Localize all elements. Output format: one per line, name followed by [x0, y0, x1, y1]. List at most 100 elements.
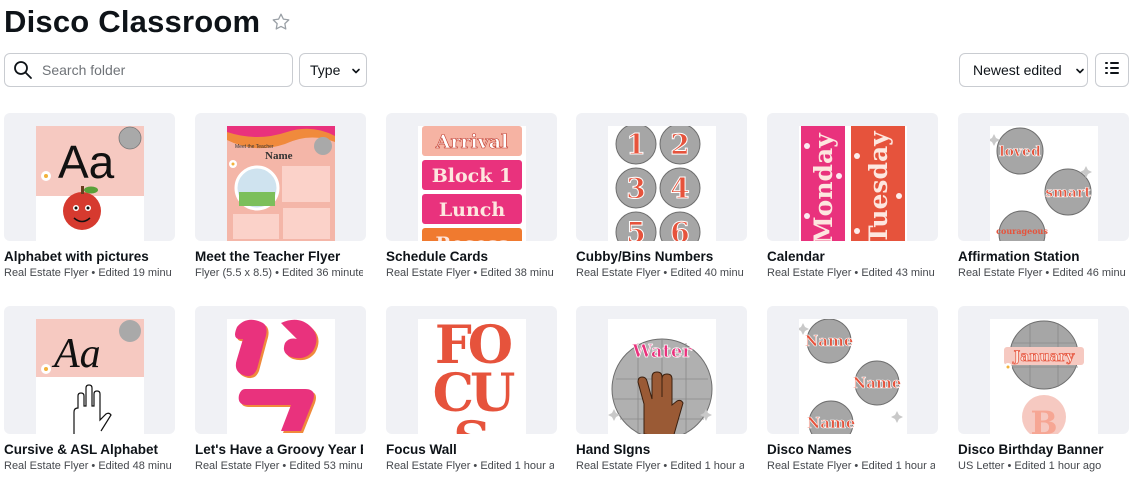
design-meta: Real Estate Flyer • Edited 53 minutes ag…: [195, 460, 363, 472]
letter-text: Aa: [58, 136, 115, 188]
design-thumbnail[interactable]: 1 2 3 4 5 6: [576, 113, 747, 241]
cubby-number: 3: [626, 172, 645, 205]
design-card[interactable]: January B Disco Birthday Banner US Lette…: [958, 306, 1129, 481]
design-card[interactable]: Meet the Teacher Name Meet the Teacher F…: [195, 113, 366, 288]
type-filter-label: Type: [310, 62, 341, 78]
design-title[interactable]: Focus Wall: [386, 442, 554, 457]
letter-text: Aa: [51, 331, 101, 377]
disco-names-art: Name Name Name: [798, 319, 903, 434]
groovy-art: [234, 319, 319, 433]
design-meta: Real Estate Flyer • Edited 19 minutes ag…: [4, 267, 172, 279]
affirmation-word: loved: [999, 144, 1041, 160]
design-thumbnail[interactable]: Meet the Teacher Name: [195, 113, 366, 241]
design-thumbnail[interactable]: Water: [576, 306, 747, 434]
thumbnail-page: loved smart courageous: [989, 126, 1098, 241]
list-view-icon: [1103, 59, 1121, 82]
cubby-number: 1: [626, 128, 645, 161]
cubby-number: 2: [670, 128, 689, 161]
title-row: Disco Classroom: [4, 2, 292, 42]
design-thumbnail[interactable]: loved smart courageous: [958, 113, 1129, 241]
design-meta: Real Estate Flyer • Edited 40 minutes ag…: [576, 267, 744, 279]
design-card[interactable]: Let's Have a Groovy Year Banner Real Est…: [195, 306, 366, 481]
design-title[interactable]: Alphabet with pictures: [4, 249, 172, 264]
chevron-down-icon: [1074, 64, 1086, 76]
design-thumbnail[interactable]: Arrival Block 1 Lunch Recess: [386, 113, 557, 241]
design-title[interactable]: Let's Have a Groovy Year Banner: [195, 442, 363, 457]
design-card[interactable]: Aa Cursive & ASL Alphabet Real Estate Fl…: [4, 306, 175, 481]
thumbnail-page: Monday Tuesday: [798, 126, 907, 241]
water-text: Water: [631, 341, 692, 362]
affirmation-word: smart: [1045, 185, 1091, 201]
design-card[interactable]: Monday Tuesday Calendar Real Estate Flye…: [767, 113, 938, 288]
design-thumbnail[interactable]: January B: [958, 306, 1129, 434]
design-title[interactable]: Affirmation Station: [958, 249, 1126, 264]
design-card[interactable]: Arrival Block 1 Lunch Recess Schedule Ca…: [386, 113, 557, 288]
design-meta: Real Estate Flyer • Edited 48 minutes ag…: [4, 460, 172, 472]
search-icon: [13, 60, 33, 80]
cubby-number: 5: [626, 216, 645, 241]
design-meta: Real Estate Flyer • Edited 1 hour ago: [576, 460, 744, 472]
hand-signs-art: Water: [607, 338, 712, 434]
search-input[interactable]: [42, 62, 272, 78]
design-thumbnail[interactable]: Aa: [4, 113, 175, 241]
thumbnail-page: Arrival Block 1 Lunch Recess: [417, 126, 526, 241]
design-title[interactable]: Cubby/Bins Numbers: [576, 249, 744, 264]
affirmation-word: courageous: [996, 226, 1048, 236]
design-thumbnail[interactable]: Name Name Name: [767, 306, 938, 434]
design-meta: US Letter • Edited 1 hour ago: [958, 460, 1102, 472]
name-text: Name: [852, 374, 901, 392]
toolbar: Type Newest edited: [4, 53, 1129, 87]
design-thumbnail[interactable]: Monday Tuesday: [767, 113, 938, 241]
star-icon[interactable]: [270, 11, 292, 33]
meet-teacher-art: Meet the Teacher Name: [226, 126, 335, 239]
design-title[interactable]: Meet the Teacher Flyer: [195, 249, 363, 264]
design-meta: Real Estate Flyer • Edited 1 hour ago: [767, 460, 935, 472]
schedule-text-0: Arrival: [434, 131, 508, 153]
design-card[interactable]: Water Hand SIgns Real Estate Flyer • Edi…: [576, 306, 747, 481]
schedule-text-3: Recess: [435, 233, 508, 241]
chevron-down-icon: [350, 64, 362, 76]
design-card[interactable]: FO CU S Focus Wall Real Estate Flyer • E…: [386, 306, 557, 481]
design-thumbnail[interactable]: FO CU S: [386, 306, 557, 434]
design-card[interactable]: 1 2 3 4 5 6 Cubby/Bins Numbers Real Esta…: [576, 113, 747, 288]
design-title[interactable]: Hand SIgns: [576, 442, 744, 457]
calendar-day: Monday: [809, 132, 838, 241]
design-card[interactable]: Name Name Name Disco Names Real Estate F…: [767, 306, 938, 481]
design-title[interactable]: Schedule Cards: [386, 249, 554, 264]
thumbnail-page: Meet the Teacher Name: [226, 126, 335, 241]
page-title: Disco Classroom: [4, 4, 261, 39]
cursive-art: Aa: [35, 320, 144, 434]
focus-text: S: [453, 411, 491, 434]
search-box[interactable]: [4, 53, 293, 87]
thumbnail-page: Name Name Name: [798, 319, 907, 434]
design-title[interactable]: Cursive & ASL Alphabet: [4, 442, 172, 457]
alphabet-art: Aa: [35, 126, 144, 241]
design-title[interactable]: Calendar: [767, 249, 935, 264]
design-card[interactable]: loved smart courageous Affirmation Stati…: [958, 113, 1129, 288]
calendar-art: Monday Tuesday: [800, 126, 905, 241]
design-thumbnail[interactable]: [195, 306, 366, 434]
sort-dropdown[interactable]: Newest edited: [959, 53, 1088, 87]
cubby-number: 4: [670, 172, 689, 205]
thumbnail-page: Aa: [35, 126, 144, 241]
design-title[interactable]: Disco Names: [767, 442, 935, 457]
calendar-day: Tuesday: [864, 130, 893, 241]
thumbnail-page: Water: [607, 319, 716, 434]
list-view-button[interactable]: [1095, 53, 1129, 87]
birthday-letter: B: [1030, 404, 1057, 434]
design-meta: Flyer (5.5 x 8.5) • Edited 36 minutes ag…: [195, 267, 363, 279]
design-card[interactable]: Aa Alphabet with pictures Real Estate Fl…: [4, 113, 175, 288]
month-text: January: [1011, 349, 1075, 365]
name-text: Name: [804, 332, 853, 350]
thumbnail-page: 1 2 3 4 5 6: [607, 126, 716, 241]
meet-name-text: Name: [265, 150, 293, 162]
design-thumbnail[interactable]: Aa: [4, 306, 175, 434]
design-title[interactable]: Disco Birthday Banner: [958, 442, 1126, 457]
birthday-banner-art: January B: [1003, 320, 1084, 434]
schedule-text-1: Block 1: [431, 165, 512, 187]
cubby-art: 1 2 3 4 5 6: [615, 126, 700, 241]
cubby-number: 6: [670, 216, 689, 241]
affirmation-art: loved smart courageous: [989, 127, 1092, 241]
type-filter-button[interactable]: Type: [299, 53, 367, 87]
sort-label: Newest edited: [973, 62, 1062, 78]
